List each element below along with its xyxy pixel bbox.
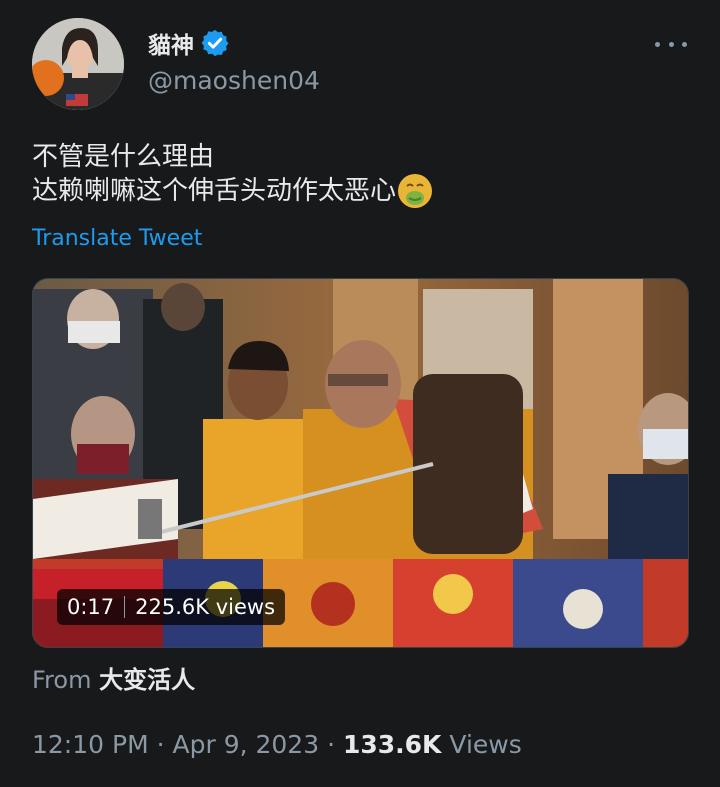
from-source-link[interactable]: 大变活人 xyxy=(99,666,195,694)
video-duration: 0:17 xyxy=(67,595,115,619)
tweet-meta: 12:10 PM · Apr 9, 2023 · 133.6K Views xyxy=(32,730,522,759)
author-name-row: 貓神 xyxy=(148,26,230,60)
dot xyxy=(682,41,687,47)
video-player[interactable]: 0:17 225.6K views xyxy=(32,278,689,648)
tweet-date[interactable]: Apr 9, 2023 xyxy=(173,730,320,759)
profile-photo xyxy=(32,18,124,110)
divider xyxy=(124,596,126,618)
tweet-text: 不管是什么理由 达赖喇嘛这个伸舌头动作太恶心 xyxy=(32,140,433,208)
views-label: Views xyxy=(449,730,522,759)
tweet-line-text: 达赖喇嘛这个伸舌头动作太恶心 xyxy=(32,176,397,206)
author-handle[interactable]: @maoshen04 xyxy=(148,66,320,95)
dot xyxy=(655,41,660,47)
nauseated-face-icon xyxy=(398,174,433,208)
more-options-icon[interactable] xyxy=(655,40,687,48)
dot xyxy=(668,41,674,47)
tweet-line: 不管是什么理由 xyxy=(32,142,215,172)
from-prefix: From xyxy=(32,666,92,694)
meta-separator: · xyxy=(156,730,165,759)
meta-separator: · xyxy=(327,730,336,759)
video-source: From 大变活人 xyxy=(32,660,195,695)
display-name[interactable]: 貓神 xyxy=(148,26,194,60)
video-views: 225.6K views xyxy=(135,595,276,619)
translate-tweet-link[interactable]: Translate Tweet xyxy=(32,226,202,251)
tweet-line: 达赖喇嘛这个伸舌头动作太恶心 xyxy=(32,174,433,208)
video-stats-overlay: 0:17 225.6K views xyxy=(57,589,286,625)
view-count: 133.6K xyxy=(342,730,442,759)
tweet-time[interactable]: 12:10 PM xyxy=(32,730,149,759)
verified-badge-icon[interactable] xyxy=(200,28,230,58)
avatar[interactable] xyxy=(32,18,124,110)
